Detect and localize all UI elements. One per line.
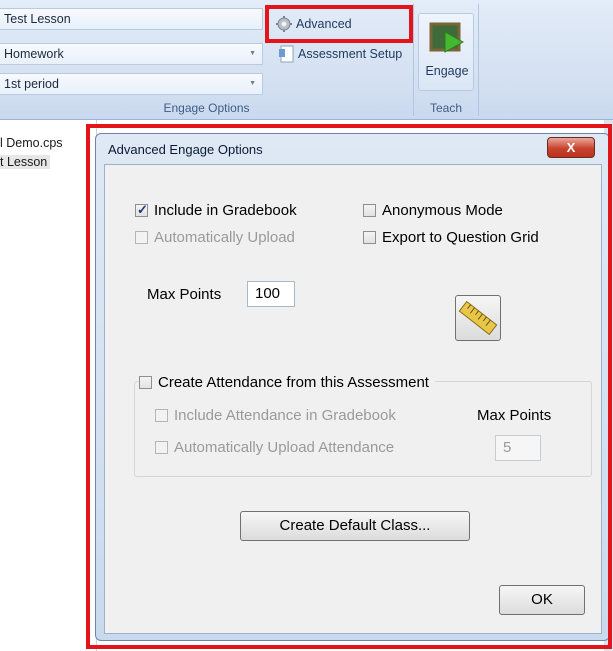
ribbon: Test Lesson Homework ▼ 1st period ▼ Enga… xyxy=(0,0,613,120)
engage-button[interactable]: Engage xyxy=(418,13,474,91)
assessment-setup-label: Assessment Setup xyxy=(298,47,403,61)
engage-options-group-label: Engage Options xyxy=(163,101,250,115)
dialog-highlight-box xyxy=(86,124,612,649)
document-tree: l Demo.cps t Lesson xyxy=(0,120,97,651)
engage-icon xyxy=(429,22,465,53)
class-period-combo[interactable]: 1st period ▼ xyxy=(0,73,263,95)
assessment-type-value: Homework xyxy=(4,47,64,61)
assessment-icon xyxy=(279,45,294,63)
class-period-value: 1st period xyxy=(4,77,59,91)
ribbon-separator xyxy=(478,4,479,116)
list-item[interactable]: t Lesson xyxy=(0,155,51,169)
list-item[interactable]: l Demo.cps xyxy=(0,136,63,150)
lesson-combo[interactable]: Test Lesson xyxy=(0,8,263,30)
assessment-setup-button[interactable]: Assessment Setup xyxy=(279,45,402,63)
assessment-type-combo[interactable]: Homework ▼ xyxy=(0,43,263,65)
advanced-highlight-box xyxy=(265,5,413,43)
ribbon-separator xyxy=(413,4,414,116)
chevron-down-icon: ▼ xyxy=(249,80,256,87)
chevron-down-icon: ▼ xyxy=(249,50,256,57)
lesson-combo-value: Test Lesson xyxy=(4,12,71,26)
teach-group-label: Teach xyxy=(429,101,463,115)
engage-label: Engage xyxy=(425,64,469,78)
